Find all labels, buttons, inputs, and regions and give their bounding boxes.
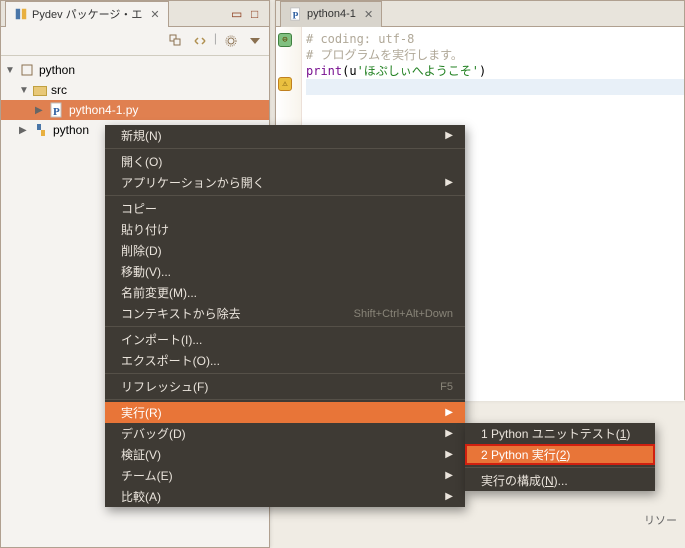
warning-icon[interactable]: ⚠ xyxy=(278,77,292,91)
menu-label: 実行の構成(N)... xyxy=(481,472,568,489)
minimize-icon[interactable]: ▭ xyxy=(231,7,245,21)
editor-tabbar: P python4-1 ✕ xyxy=(276,1,684,27)
pydev-icon xyxy=(14,7,28,21)
tree-file-python4-1[interactable]: ▶ P python4-1.py xyxy=(1,100,269,120)
code-token: 'ほぷしぃへようこそ' xyxy=(357,64,479,78)
menu-copy[interactable]: コピー xyxy=(105,198,465,219)
shortcut-label: F5 xyxy=(440,381,453,393)
run-submenu: 1 Python ユニットテスト(1) 2 Python 実行(2) 実行の構成… xyxy=(465,423,655,491)
editor-tab-title: python4-1 xyxy=(307,8,356,20)
tree-src-folder[interactable]: ▼ src xyxy=(1,80,269,100)
submenu-arrow-icon: ▶ xyxy=(445,177,453,188)
submenu-python-unittest[interactable]: 1 Python ユニットテスト(1) xyxy=(465,423,655,444)
menu-rename[interactable]: 名前変更(M)... xyxy=(105,282,465,303)
resource-label: リソー xyxy=(640,510,681,530)
tree-project[interactable]: ▼ python xyxy=(1,60,269,80)
menu-separator xyxy=(105,373,465,374)
menu-open-with-app[interactable]: アプリケーションから開く▶ xyxy=(105,172,465,193)
menu-refresh[interactable]: リフレッシュ(F)F5 xyxy=(105,376,465,397)
menu-debug[interactable]: デバッグ(D)▶ xyxy=(105,423,465,444)
left-toolbar: | xyxy=(1,27,269,56)
menu-import[interactable]: インポート(I)... xyxy=(105,329,465,350)
menu-remove-from-context[interactable]: コンテキストから除去Shift+Ctrl+Alt+Down xyxy=(105,303,465,324)
submenu-run-configurations[interactable]: 実行の構成(N)... xyxy=(465,470,655,491)
collapse-all-icon[interactable] xyxy=(166,31,186,51)
menu-move[interactable]: 移動(V)... xyxy=(105,261,465,282)
code-line: # coding: utf-8 xyxy=(306,32,414,46)
menu-separator xyxy=(105,148,465,149)
close-icon[interactable]: ✕ xyxy=(364,8,373,21)
expand-arrow-icon[interactable]: ▼ xyxy=(5,65,15,76)
python-file-icon: P xyxy=(289,7,303,21)
tree-label: python xyxy=(39,63,75,77)
submenu-arrow-icon: ▶ xyxy=(445,428,453,439)
package-explorer-tab[interactable]: Pydev パッケージ・エ ✕ xyxy=(5,1,169,27)
menu-run[interactable]: 実行(R)▶ xyxy=(105,402,465,423)
view-menu-icon[interactable] xyxy=(245,31,265,51)
expand-arrow-icon[interactable]: ▶ xyxy=(19,125,29,136)
code-token: (u xyxy=(342,64,356,78)
left-tabbar: Pydev パッケージ・エ ✕ ▭ □ xyxy=(1,1,269,27)
submenu-arrow-icon: ▶ xyxy=(445,130,453,141)
menu-team[interactable]: チーム(E)▶ xyxy=(105,465,465,486)
project-icon xyxy=(19,62,35,78)
python-icon xyxy=(33,122,49,138)
menu-separator xyxy=(465,467,655,468)
link-editor-icon[interactable] xyxy=(190,31,210,51)
menu-separator xyxy=(105,195,465,196)
menu-export[interactable]: エクスポート(O)... xyxy=(105,350,465,371)
menu-label: 1 Python ユニットテスト(1) xyxy=(481,425,630,442)
folder-icon xyxy=(33,86,47,96)
expand-arrow-icon[interactable]: ▼ xyxy=(19,85,29,96)
submenu-arrow-icon: ▶ xyxy=(445,470,453,481)
submenu-arrow-icon: ▶ xyxy=(445,407,453,418)
fold-icon[interactable]: ⊖ xyxy=(278,33,292,47)
expand-arrow-icon[interactable]: ▶ xyxy=(35,105,45,116)
menu-paste[interactable]: 貼り付け xyxy=(105,219,465,240)
tree-label: python xyxy=(53,123,89,137)
code-line: # プログラムを実行します。 xyxy=(306,48,463,62)
context-menu: 新規(N)▶ 開く(O) アプリケーションから開く▶ コピー 貼り付け 削除(D… xyxy=(105,125,465,507)
submenu-arrow-icon: ▶ xyxy=(445,491,453,502)
svg-text:P: P xyxy=(53,106,60,118)
menu-separator xyxy=(105,399,465,400)
tree-label: python4-1.py xyxy=(69,103,138,117)
tree-label: src xyxy=(51,83,67,97)
menu-label: 2 Python 実行(2) xyxy=(481,446,570,463)
submenu-python-run[interactable]: 2 Python 実行(2) xyxy=(465,444,655,465)
separator: | xyxy=(214,31,217,51)
editor-tab-python4-1[interactable]: P python4-1 ✕ xyxy=(280,1,382,27)
menu-new[interactable]: 新規(N)▶ xyxy=(105,125,465,146)
gear-icon[interactable] xyxy=(221,31,241,51)
menu-open[interactable]: 開く(O) xyxy=(105,151,465,172)
tab-title: Pydev パッケージ・エ xyxy=(32,6,142,22)
code-token: print xyxy=(306,64,342,78)
current-line xyxy=(306,79,684,95)
svg-text:P: P xyxy=(293,10,299,21)
code-token: ) xyxy=(479,64,486,78)
maximize-icon[interactable]: □ xyxy=(251,7,265,21)
menu-verify[interactable]: 検証(V)▶ xyxy=(105,444,465,465)
python-file-icon: P xyxy=(49,102,65,118)
close-icon[interactable]: ✕ xyxy=(150,8,159,21)
menu-separator xyxy=(105,326,465,327)
menu-compare[interactable]: 比較(A)▶ xyxy=(105,486,465,507)
submenu-arrow-icon: ▶ xyxy=(445,449,453,460)
shortcut-label: Shift+Ctrl+Alt+Down xyxy=(354,308,453,320)
menu-delete[interactable]: 削除(D) xyxy=(105,240,465,261)
